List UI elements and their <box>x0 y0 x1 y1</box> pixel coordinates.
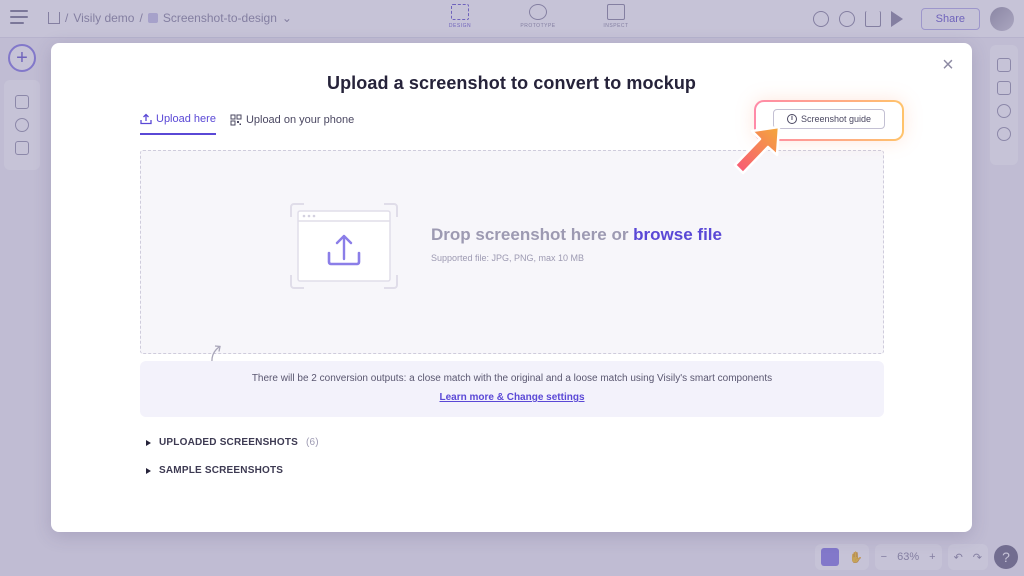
pointer-arrow-icon <box>733 125 781 175</box>
uploaded-count: (6) <box>306 437 319 448</box>
dropzone-title: Drop screenshot here or <box>431 225 634 244</box>
tab-upload-here[interactable]: Upload here <box>140 111 216 135</box>
tab-upload-phone[interactable]: Upload on your phone <box>230 111 354 135</box>
caret-right-icon <box>146 439 151 446</box>
browse-file-link[interactable]: browse file <box>633 225 722 244</box>
uploaded-screenshots-toggle[interactable]: UPLOADED SCREENSHOTS (6) <box>146 437 319 448</box>
sample-screenshots-toggle[interactable]: SAMPLE SCREENSHOTS <box>146 465 283 476</box>
caret-right-icon <box>146 467 151 474</box>
modal-title: Upload a screenshot to convert to mockup <box>326 73 697 93</box>
learn-more-link[interactable]: Learn more & Change settings <box>439 392 584 403</box>
upload-modal: Upload a screenshot to convert to mockup… <box>51 43 972 532</box>
conversion-info-box: There will be 2 conversion outputs: a cl… <box>140 361 884 417</box>
info-icon: i <box>786 114 797 124</box>
screenshot-guide-button[interactable]: i Screenshot guide <box>773 109 885 129</box>
close-button[interactable]: × <box>938 55 958 75</box>
close-icon: × <box>942 54 954 76</box>
upload-icon <box>140 113 152 125</box>
dropzone-text: Drop screenshot here or browse file Supp… <box>431 225 722 263</box>
supported-file-text: Supported file: JPG, PNG, max 10 MB <box>431 253 585 263</box>
upload-tabs: Upload here Upload on your phone <box>140 111 354 135</box>
conversion-info-text: There will be 2 conversion outputs: a cl… <box>251 373 773 384</box>
upload-illustration <box>290 203 398 289</box>
qr-code-icon <box>230 114 242 126</box>
